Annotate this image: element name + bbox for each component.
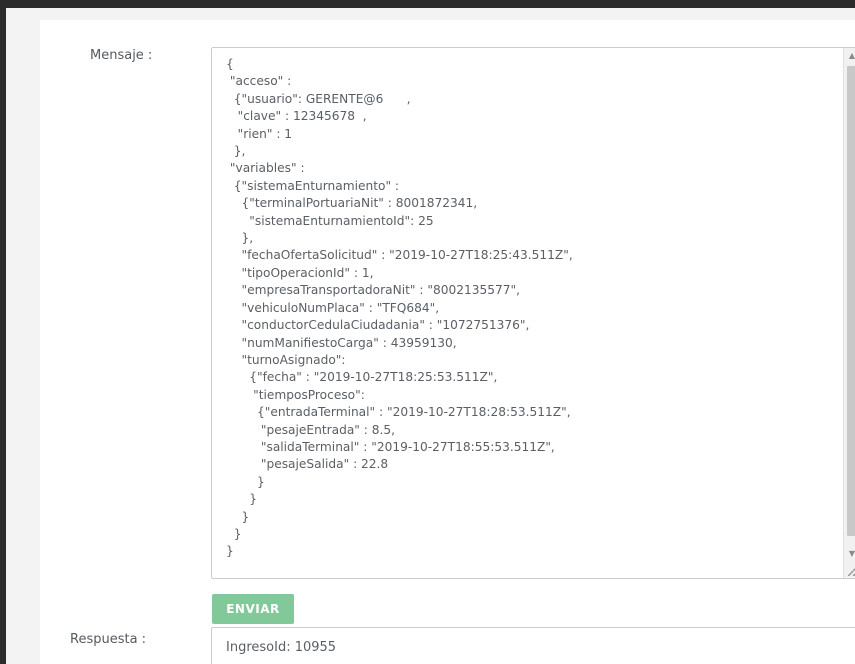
resize-grip-icon[interactable]	[848, 566, 855, 576]
scroll-up-arrow-icon[interactable]: ▲	[844, 48, 855, 64]
mensaje-label: Mensaje :	[90, 48, 153, 63]
mensaje-scrollbar[interactable]: ▲ ▼	[843, 48, 855, 578]
mensaje-textarea-content[interactable]: { "acceso" : {"usuario": GERENTE@6 , "cl…	[226, 56, 573, 561]
respuesta-field[interactable]: IngresoId: 10955	[211, 627, 855, 664]
scroll-thumb[interactable]	[847, 66, 855, 536]
enviar-button[interactable]: ENVIAR	[212, 594, 294, 624]
scroll-down-arrow-icon[interactable]: ▼	[844, 546, 855, 562]
respuesta-value: IngresoId: 10955	[226, 640, 337, 655]
window-frame: Mensaje : { "acceso" : {"usuario": GEREN…	[6, 8, 855, 664]
mensaje-textarea[interactable]: { "acceso" : {"usuario": GERENTE@6 , "cl…	[211, 47, 855, 579]
respuesta-label: Respuesta :	[70, 632, 147, 647]
form-panel: Mensaje : { "acceso" : {"usuario": GEREN…	[40, 20, 855, 664]
